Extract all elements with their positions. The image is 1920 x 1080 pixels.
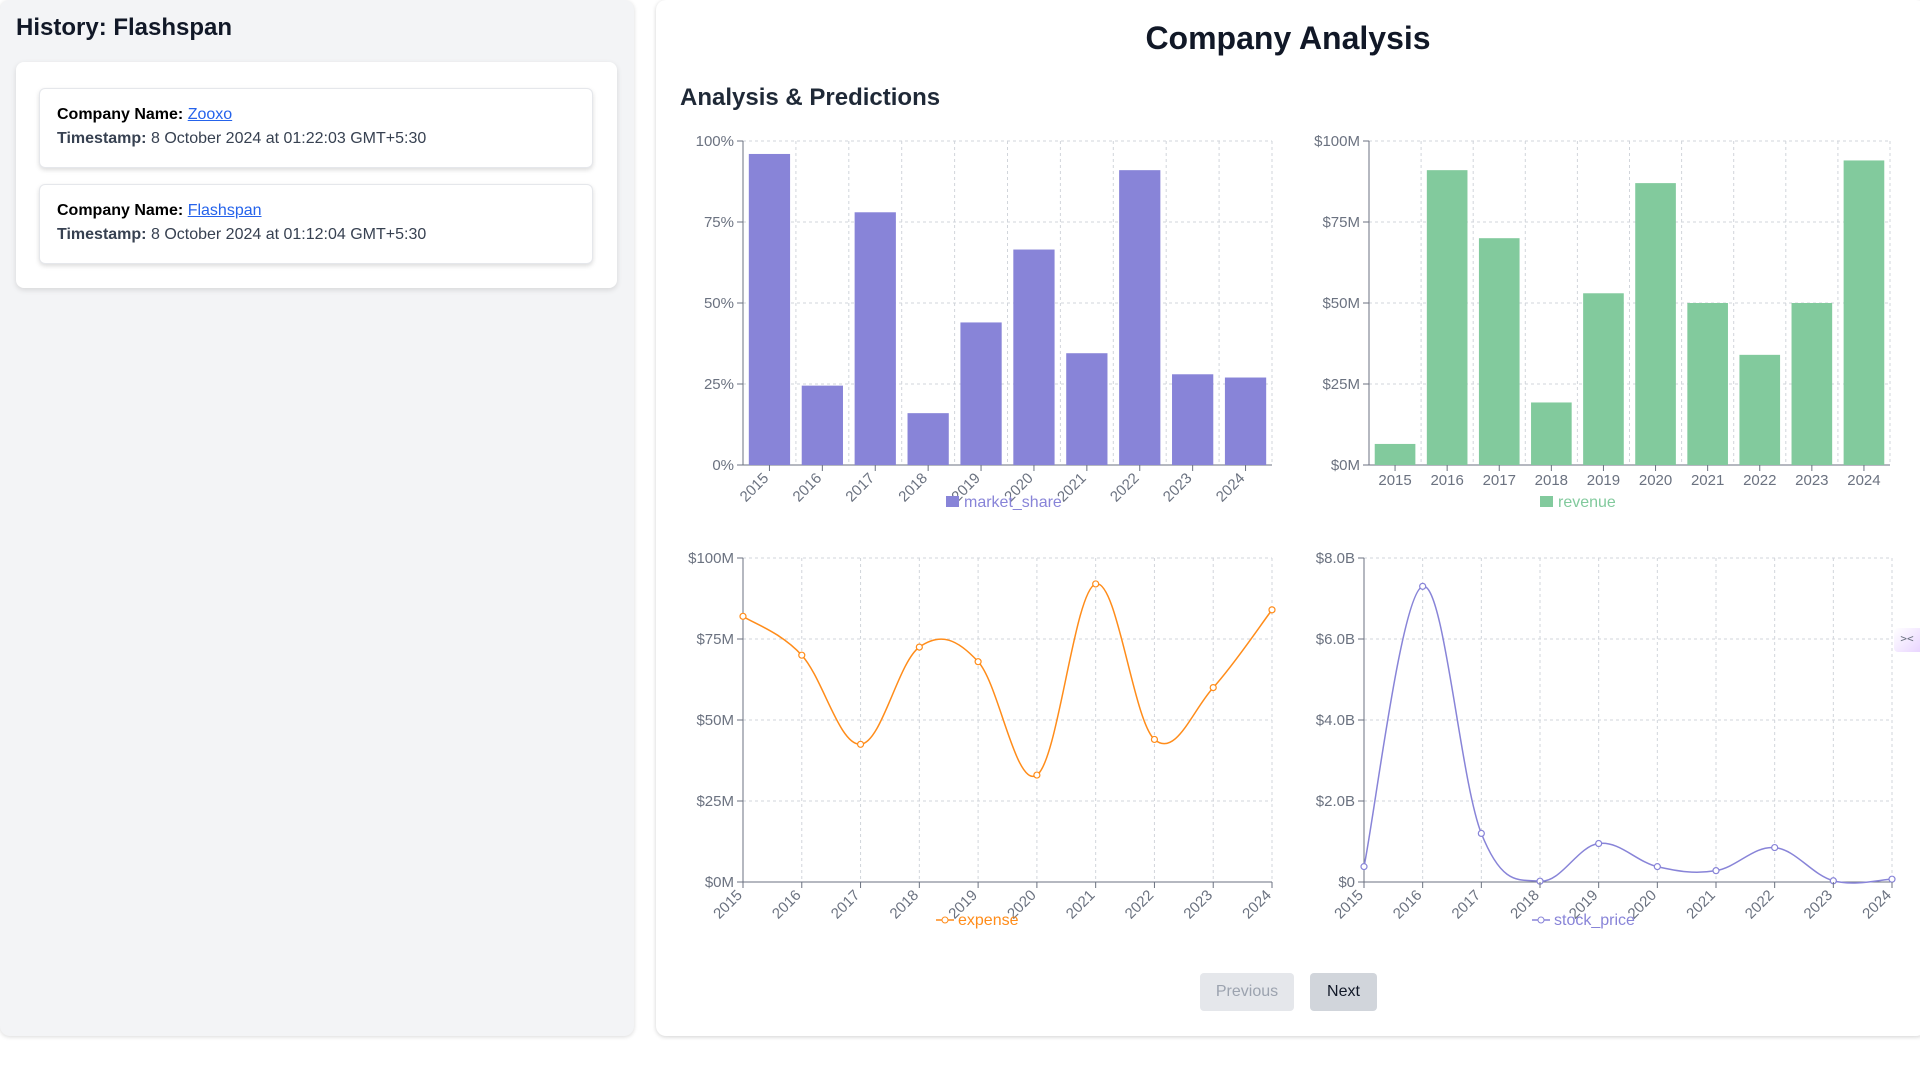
history-list: Company Name: Zooxo Timestamp: 8 October… <box>16 62 617 288</box>
company-link[interactable]: Zooxo <box>188 106 232 123</box>
timestamp-label: Timestamp: <box>57 130 147 147</box>
timestamp-row: Timestamp: 8 October 2024 at 01:12:04 GM… <box>57 226 426 244</box>
previous-button[interactable]: Previous <box>1200 973 1294 1011</box>
timestamp-row: Timestamp: 8 October 2024 at 01:22:03 GM… <box>57 130 426 148</box>
history-sidebar: History: Flashspan Company Name: Zooxo T… <box>0 0 634 1036</box>
company-label: Company Name: <box>57 202 184 219</box>
timestamp-value: 8 October 2024 at 01:12:04 GMT+5:30 <box>150 226 427 243</box>
history-entry[interactable]: Company Name: Zooxo Timestamp: 8 October… <box>39 88 593 168</box>
company-link[interactable]: Flashspan <box>188 202 262 219</box>
section-title: Analysis & Predictions <box>680 84 941 111</box>
sidebar-title: History: Flashspan <box>16 14 233 41</box>
timestamp-label: Timestamp: <box>57 226 147 243</box>
company-row: Company Name: Flashspan <box>57 202 262 220</box>
analysis-panel: Company Analysis Analysis & Predictions <box>656 0 1920 1036</box>
company-row: Company Name: Zooxo <box>57 106 232 124</box>
company-label: Company Name: <box>57 106 184 123</box>
timestamp-value: 8 October 2024 at 01:22:03 GMT+5:30 <box>150 130 427 147</box>
page-title: Company Analysis <box>1145 20 1431 56</box>
collapse-icon[interactable]: >< <box>1894 628 1920 652</box>
history-entry[interactable]: Company Name: Flashspan Timestamp: 8 Oct… <box>39 184 593 264</box>
next-button[interactable]: Next <box>1310 973 1377 1011</box>
